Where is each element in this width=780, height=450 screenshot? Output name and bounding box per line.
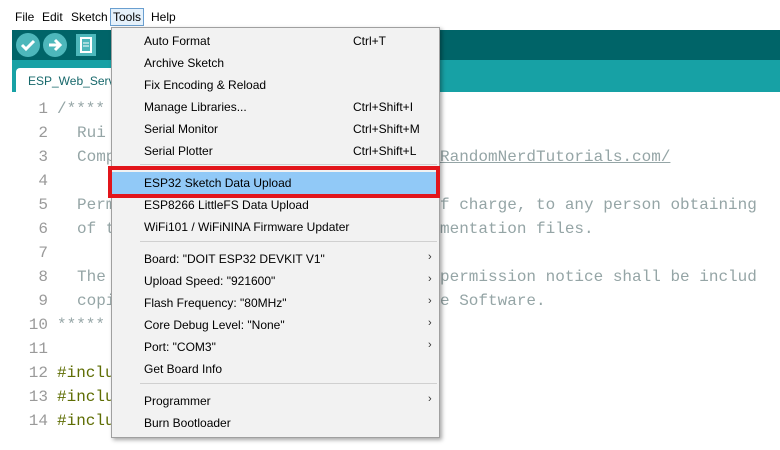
code-link[interactable]: RandomNerdTutorials.com/: [440, 148, 670, 166]
menu-item-core-debug-level[interactable]: Core Debug Level: "None" ›: [112, 314, 439, 336]
line-number: 5: [38, 196, 48, 214]
menu-item-shortcut: Ctrl+Shift+M: [353, 122, 420, 136]
code-line: #inclu: [57, 388, 115, 406]
code-line: e Software.: [440, 292, 546, 310]
menu-item-flash-frequency[interactable]: Flash Frequency: "80MHz" ›: [112, 292, 439, 314]
menu-item-serial-monitor[interactable]: Serial Monitor Ctrl+Shift+M: [112, 118, 439, 140]
menu-sketch[interactable]: Sketch: [69, 9, 110, 25]
menu-item-label: Core Debug Level: "None": [144, 318, 285, 332]
verify-icon[interactable]: [16, 33, 40, 57]
menu-item-label: Flash Frequency: "80MHz": [144, 296, 287, 310]
menu-item-serial-plotter[interactable]: Serial Plotter Ctrl+Shift+L: [112, 140, 439, 162]
menu-item-label: Archive Sketch: [144, 56, 225, 70]
menu-item-label: Burn Bootloader: [144, 416, 231, 430]
menu-item-port[interactable]: Port: "COM3" ›: [112, 336, 439, 358]
menu-edit[interactable]: Edit: [40, 9, 65, 25]
line-number: 4: [38, 172, 48, 190]
line-number: 9: [38, 292, 48, 310]
code-line: *****: [57, 316, 106, 334]
tab-esp-web-server[interactable]: ESP_Web_Server: [16, 68, 126, 92]
menu-item-label: Fix Encoding & Reload: [144, 78, 267, 92]
highlight-annotation-box: [108, 166, 440, 198]
code-line: of t: [77, 220, 116, 238]
new-icon[interactable]: [76, 34, 96, 56]
menu-item-label: Get Board Info: [144, 362, 223, 376]
menu-item-label: Manage Libraries...: [144, 100, 247, 114]
menu-item-programmer[interactable]: Programmer ›: [112, 390, 439, 412]
menu-bar: File Edit Sketch Tools Help: [0, 0, 780, 30]
menu-item-label: Serial Plotter: [144, 144, 213, 158]
menu-item-auto-format[interactable]: Auto Format Ctrl+T: [112, 30, 439, 52]
menu-item-wifi-firmware-updater[interactable]: WiFi101 / WiFiNINA Firmware Updater: [112, 216, 439, 238]
code-line: copi: [77, 292, 116, 310]
menu-file[interactable]: File: [13, 9, 36, 25]
submenu-arrow-icon: ›: [428, 339, 432, 351]
submenu-arrow-icon: ›: [428, 393, 432, 405]
menu-item-label: ESP8266 LittleFS Data Upload: [144, 198, 309, 212]
menu-item-label: Port: "COM3": [144, 340, 216, 354]
menu-separator: [140, 164, 437, 165]
code-line: Comp: [77, 148, 116, 166]
line-number: 12: [28, 364, 48, 382]
line-number: 14: [28, 412, 48, 430]
line-number: 2: [38, 124, 48, 142]
code-line: #inclu: [57, 412, 115, 430]
line-gutter: 1 2 3 4 5 6 7 8 9 10 11 12 13 14: [12, 92, 52, 450]
line-number: 11: [28, 340, 48, 358]
menu-item-burn-bootloader[interactable]: Burn Bootloader: [112, 412, 439, 434]
menu-item-shortcut: Ctrl+Shift+L: [353, 144, 417, 158]
code-line: f charge, to any person obtaining: [440, 196, 757, 214]
code-line: #inclu: [57, 364, 115, 382]
submenu-arrow-icon: ›: [428, 251, 432, 263]
menu-item-label: Auto Format: [144, 34, 211, 48]
menu-help[interactable]: Help: [149, 9, 178, 25]
line-number: 10: [28, 316, 48, 334]
code-line: /****: [57, 100, 106, 118]
menu-item-upload-speed[interactable]: Upload Speed: "921600" ›: [112, 270, 439, 292]
menu-item-label: Serial Monitor: [144, 122, 219, 136]
menu-separator: [140, 383, 437, 384]
menu-item-label: WiFi101 / WiFiNINA Firmware Updater: [144, 220, 350, 234]
line-number: 13: [28, 388, 48, 406]
line-number: 1: [38, 100, 48, 118]
upload-icon[interactable]: [43, 33, 67, 57]
line-number: 6: [38, 220, 48, 238]
menu-item-label: Board: "DOIT ESP32 DEVKIT V1": [144, 252, 325, 266]
submenu-arrow-icon: ›: [428, 273, 432, 285]
code-line: mentation files.: [440, 220, 594, 238]
menu-separator: [140, 241, 437, 242]
menu-item-label: Upload Speed: "921600": [144, 274, 276, 288]
line-number: 3: [38, 148, 48, 166]
code-line: Rui: [77, 124, 106, 142]
menu-item-shortcut: Ctrl+Shift+I: [353, 100, 414, 114]
menu-item-manage-libraries[interactable]: Manage Libraries... Ctrl+Shift+I: [112, 96, 439, 118]
code-line: permission notice shall be includ: [440, 268, 757, 286]
menu-item-board[interactable]: Board: "DOIT ESP32 DEVKIT V1" ›: [112, 248, 439, 270]
menu-item-archive-sketch[interactable]: Archive Sketch: [112, 52, 439, 74]
submenu-arrow-icon: ›: [428, 317, 432, 329]
menu-item-label: Programmer: [144, 394, 211, 408]
tools-menu: Auto Format Ctrl+T Archive Sketch Fix En…: [111, 27, 440, 438]
line-number: 7: [38, 244, 48, 262]
code-line: The: [77, 268, 106, 286]
menu-item-get-board-info[interactable]: Get Board Info: [112, 358, 439, 380]
menu-item-shortcut: Ctrl+T: [353, 34, 386, 48]
code-line: Perm: [77, 196, 116, 214]
menu-item-fix-encoding[interactable]: Fix Encoding & Reload: [112, 74, 439, 96]
submenu-arrow-icon: ›: [428, 295, 432, 307]
line-number: 8: [38, 268, 48, 286]
menu-tools[interactable]: Tools: [110, 8, 145, 26]
